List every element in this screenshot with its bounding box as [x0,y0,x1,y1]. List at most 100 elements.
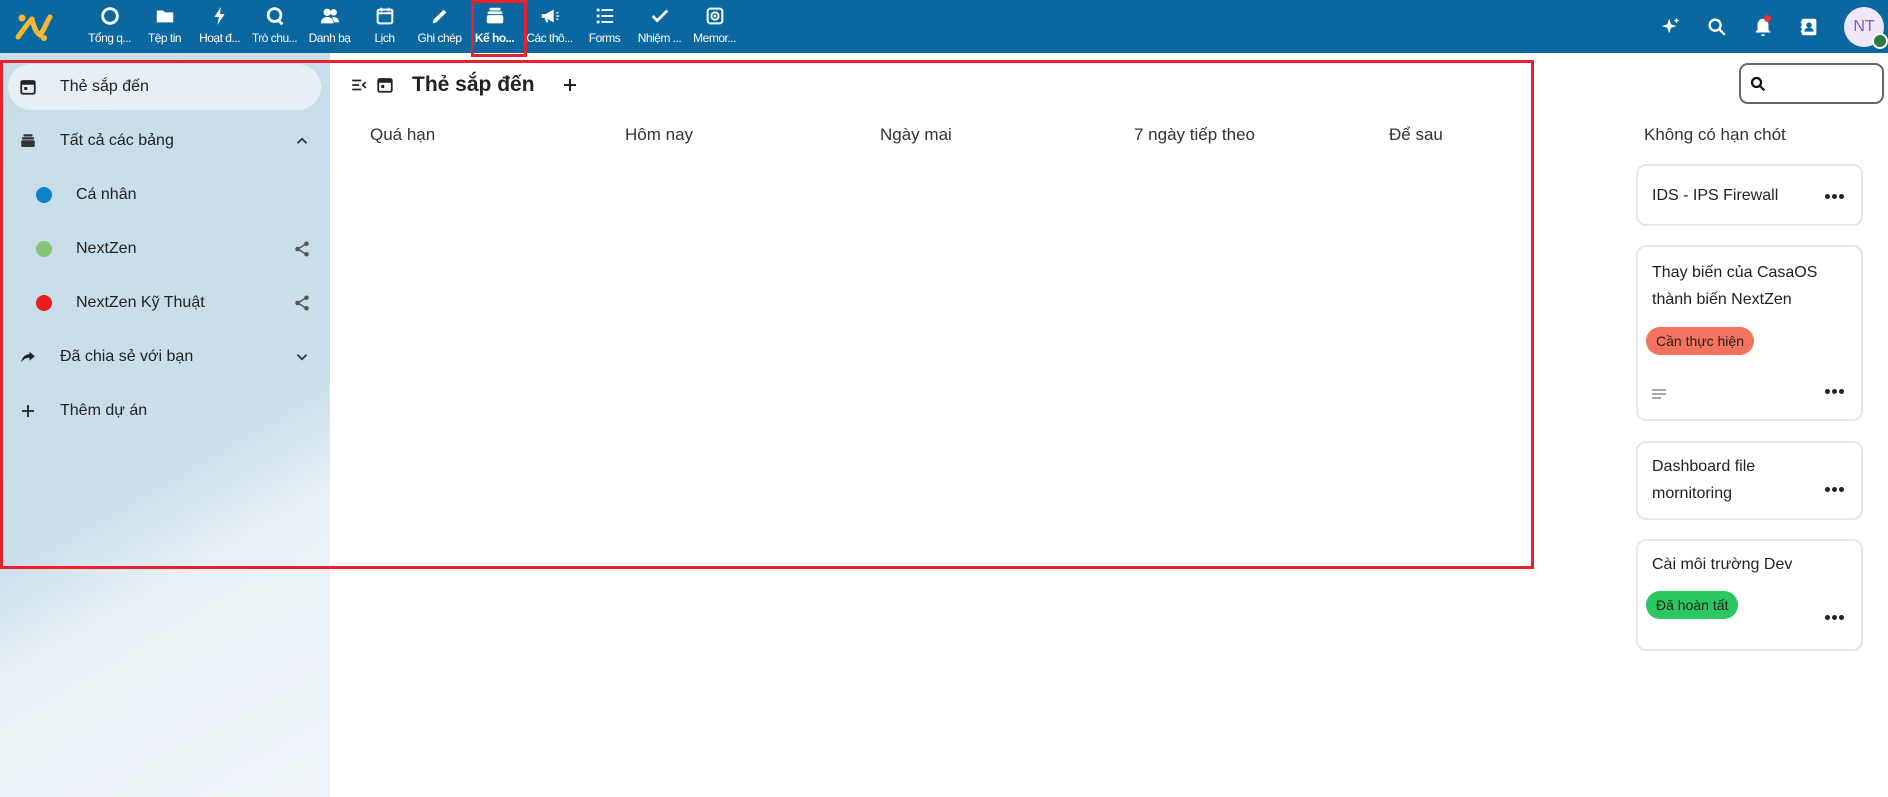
sidebar-item-label: NextZen [76,240,137,257]
list-icon [596,8,613,24]
app-label: Tổng q... [88,31,131,45]
photo-icon [706,7,723,25]
folder-icon [156,10,173,23]
card-menu-icon[interactable] [1825,194,1845,200]
app-calendar[interactable]: Lịch [357,0,412,53]
chevron-down-icon[interactable] [293,348,311,366]
card-menu-icon[interactable] [1825,487,1845,493]
app-activity[interactable]: Hoạt đ... [192,0,247,53]
app-label: Nhiệm ... [637,31,682,45]
deck-icon [18,131,38,151]
sidebar-item-label: Thêm dự án [60,402,148,419]
board-color-dot [36,241,52,257]
card-label-tag[interactable]: Đã hoàn tất [1646,591,1739,619]
column-header-tomorrow: Ngày mai [880,125,952,144]
app-label: Lịch [374,31,395,45]
sidebar-item-label: Tất cả các bảng [60,132,174,149]
calendar-icon [372,72,398,98]
app-talk[interactable]: Trò chu... [247,0,302,53]
sidebar-item-board-nextzen-kythuat[interactable]: NextZen Kỹ Thuật [8,280,321,326]
chat-icon [266,7,283,26]
app-label: Hoạt đ... [199,31,240,45]
circle-icon [100,7,119,25]
app-label: Danh bạ [308,31,351,45]
share-icon[interactable] [293,294,311,312]
app-deck[interactable]: Kế ho... [467,0,527,57]
app-notes[interactable]: Ghi chép [412,0,467,53]
top-header: Tổng q... Tệp tin Hoạt đ... Trò chu... D… [0,0,1888,57]
column-header-overdue: Quá hạn [370,125,436,144]
app-announcements[interactable]: Các thô... [522,0,577,53]
calendar-icon [376,7,393,25]
card-title: Thay biến của CasaOS [1652,264,1818,281]
board-color-dot [36,187,52,203]
card-label-tag[interactable]: Cần thực hiện [1646,327,1754,355]
share-arrow-icon [18,347,38,367]
share-icon[interactable] [293,240,311,258]
search-icon[interactable] [1706,16,1728,38]
notification-dot [1764,15,1771,22]
card-item[interactable]: Thay biến của CasaOS thành biến NextZen … [1636,245,1863,421]
card-menu-icon[interactable] [1825,389,1845,395]
app-dashboard[interactable]: Tổng q... [82,0,137,53]
avatar-initials: NT [1853,17,1875,35]
card-title: mornitoring [1652,485,1733,502]
column-header-no-deadline: Không có hạn chót [1644,125,1786,144]
sidebar-item-board-personal[interactable]: Cá nhân [8,172,321,218]
app-logo-icon[interactable] [14,9,54,43]
sidebar-item-upcoming[interactable]: Thẻ sắp đến [8,64,321,110]
app-files[interactable]: Tệp tin [137,0,192,53]
page-title: Thẻ sắp đến [412,73,535,96]
deck-icon [486,7,503,24]
user-avatar[interactable]: NT [1844,6,1888,49]
pencil-icon [432,9,446,24]
card-title: IDS - IPS Firewall [1652,187,1779,204]
calendar-icon [18,77,38,97]
app-forms[interactable]: Forms [577,0,632,53]
header-right: NT [1660,0,1888,53]
card-title: Cài môi trường Dev [1652,556,1793,573]
search-field[interactable] [1739,63,1884,104]
app-contacts[interactable]: Danh bạ [302,0,357,53]
app-label: Kế ho... [474,31,515,45]
contacts-icon [320,8,339,24]
sidebar-item-add-project[interactable]: Thêm dự án [8,388,321,434]
toggle-navigation-icon[interactable] [346,72,372,98]
check-icon [651,9,668,23]
app-label: Forms [588,31,621,45]
app-tasks[interactable]: Nhiệm ... [632,0,687,53]
contacts-menu-icon[interactable] [1798,16,1820,38]
search-icon [1750,76,1766,92]
column-header-next-7-days: 7 ngày tiếp theo [1134,125,1255,144]
sidebar-item-board-nextzen[interactable]: NextZen [8,226,321,272]
app-label: Ghi chép [417,31,462,45]
sidebar-item-label: Thẻ sắp đến [60,78,149,95]
sidebar-item-label: NextZen Kỹ Thuật [76,294,205,311]
plus-icon [563,79,576,91]
card-item[interactable]: Cài môi trường Dev Đã hoàn tất [1636,539,1863,651]
sidebar: Thẻ sắp đến Tất cả các bảng Cá nhân Next… [0,53,330,797]
main-toolbar: Thẻ sắp đến [346,70,583,100]
card-item[interactable]: IDS - IPS Firewall [1636,164,1863,226]
sidebar-item-label: Đã chia sẻ với bạn [60,348,194,365]
sidebar-item-all-boards[interactable]: Tất cả các bảng [8,118,321,164]
sidebar-item-label: Cá nhân [76,186,137,203]
card-title: Dashboard file [1652,458,1756,475]
app-label: Trò chu... [251,31,298,45]
card-item[interactable]: Dashboard file mornitoring [1636,441,1863,520]
app-label: Tệp tin [147,31,182,45]
status-online-icon [1872,32,1888,49]
assistant-sparkle-icon[interactable] [1660,16,1682,38]
app-memories[interactable]: Memor... [687,0,742,53]
lightning-icon [214,6,225,26]
chevron-up-icon[interactable] [293,132,311,150]
app-menu: Tổng q... Tệp tin Hoạt đ... Trò chu... D… [82,0,742,57]
app-label: Các thô... [526,31,573,45]
column-header-today: Hôm nay [625,125,694,144]
board-color-dot [36,295,52,311]
card-menu-icon[interactable] [1825,615,1845,621]
add-card-button[interactable] [557,72,583,98]
sidebar-item-shared-with-you[interactable]: Đã chia sẻ với bạn [8,334,321,380]
search-input[interactable] [1773,71,1877,97]
app-label: Memor... [693,31,736,45]
